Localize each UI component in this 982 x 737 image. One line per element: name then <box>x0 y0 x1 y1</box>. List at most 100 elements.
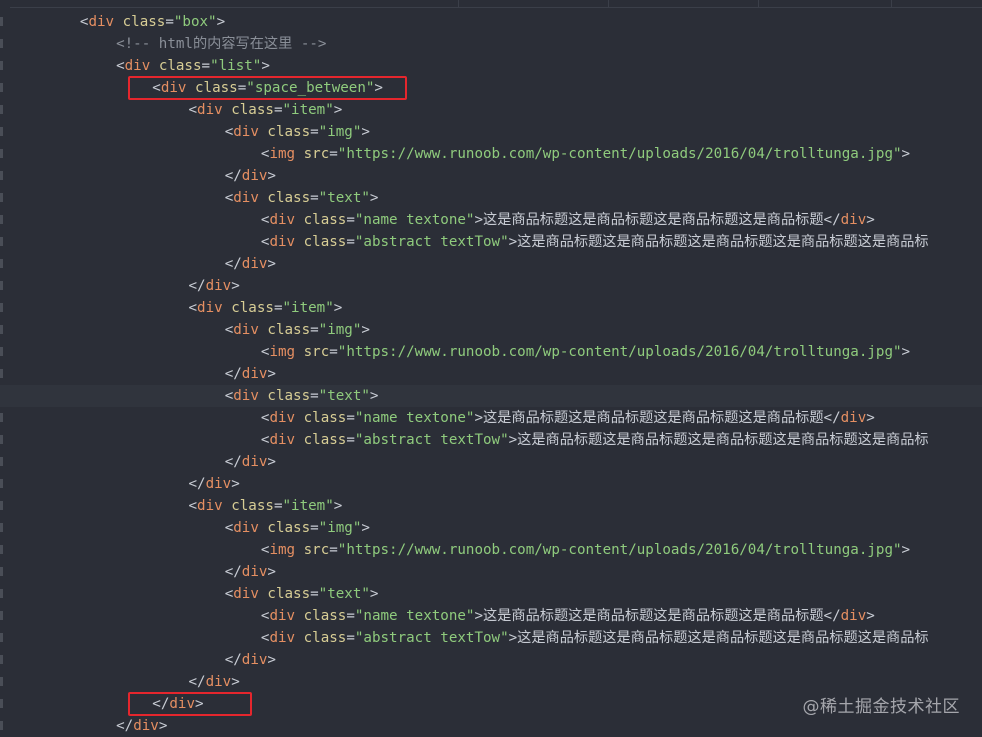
code-tag-name: div <box>124 58 151 74</box>
code-attribute: class <box>303 432 347 448</box>
code-line-content: <img src="https://www.runoob.com/wp-cont… <box>261 539 910 561</box>
code-string: "text" <box>318 388 370 404</box>
code-line[interactable]: <div class="name textone">这是商品标题这是商品标题这是… <box>0 407 982 429</box>
code-line[interactable]: </div> <box>0 165 982 187</box>
code-line[interactable]: </div> <box>0 451 982 473</box>
code-punctuation: > <box>267 454 276 470</box>
code-tag-name: div <box>233 190 259 206</box>
code-line[interactable]: <div class="abstract textTow">这是商品标题这是商品… <box>0 231 982 253</box>
code-line[interactable]: </div> <box>0 473 982 495</box>
code-punctuation: < <box>224 520 234 536</box>
code-line[interactable]: <div class="name textone">这是商品标题这是商品标题这是… <box>0 209 982 231</box>
code-line-content: </div> <box>189 473 240 495</box>
code-text-content: 这是商品标题这是商品标题这是商品标题这是商品标题这是商品标 <box>517 432 929 448</box>
code-line[interactable]: <div class="img"> <box>0 517 982 539</box>
code-text-content: 这是商品标题这是商品标题这是商品标题这是商品标题 <box>483 410 824 426</box>
code-line-content: <div class="abstract textTow">这是商品标题这是商品… <box>261 231 929 253</box>
code-line[interactable]: <img src="https://www.runoob.com/wp-cont… <box>0 341 982 363</box>
tab-segment[interactable] <box>891 0 982 8</box>
code-string: "list" <box>210 58 262 74</box>
code-punctuation: > <box>474 608 484 624</box>
code-punctuation: > <box>508 432 518 448</box>
code-line[interactable]: </div> <box>0 671 982 693</box>
code-line[interactable]: <div class="box"> <box>0 11 982 33</box>
code-tag-name: div <box>205 476 232 492</box>
code-tag-name: div <box>241 652 268 668</box>
code-punctuation: > <box>508 234 518 250</box>
code-punctuation: = <box>329 344 338 360</box>
code-attribute: class <box>231 102 274 118</box>
code-punctuation <box>295 432 304 448</box>
code-string: "https://www.runoob.com/wp-content/uploa… <box>337 344 902 360</box>
code-punctuation: = <box>346 608 355 624</box>
code-line[interactable]: <div class="abstract textTow">这是商品标题这是商品… <box>0 627 982 649</box>
code-tag-name: div <box>269 212 296 228</box>
code-punctuation: > <box>231 476 240 492</box>
code-punctuation: < <box>116 58 125 74</box>
code-tag-name: div <box>840 410 867 426</box>
code-attribute: class <box>267 520 311 536</box>
code-punctuation: < <box>188 102 198 118</box>
tab-segment[interactable] <box>458 0 609 8</box>
code-line-content: <div class="name textone">这是商品标题这是商品标题这是… <box>261 209 875 231</box>
code-punctuation: </ <box>224 366 242 382</box>
code-punctuation <box>150 58 159 74</box>
code-tag-name: div <box>233 520 259 536</box>
code-punctuation: </ <box>224 168 242 184</box>
code-line[interactable]: <div class="text"> <box>0 385 982 407</box>
code-line[interactable]: <div class="abstract textTow">这是商品标题这是商品… <box>0 429 982 451</box>
code-line[interactable]: </div> <box>0 715 982 737</box>
code-attribute: class <box>122 14 166 30</box>
code-line[interactable]: </div> <box>0 275 982 297</box>
code-punctuation <box>295 410 304 426</box>
code-editor[interactable]: <div class="box"> <!-- html的内容写在这里 --> <di… <box>0 0 982 737</box>
code-attribute: class <box>158 58 202 74</box>
code-line-content: <div class="text"> <box>225 187 379 209</box>
code-punctuation: </ <box>823 212 841 228</box>
code-line[interactable]: <div class="item"> <box>0 297 982 319</box>
code-line[interactable]: <img src="https://www.runoob.com/wp-cont… <box>0 539 982 561</box>
code-line-content: <div class="item"> <box>189 495 343 517</box>
code-punctuation <box>295 146 304 162</box>
code-line[interactable]: <div class="item"> <box>0 495 982 517</box>
code-line[interactable]: <div class="text"> <box>0 583 982 605</box>
code-line-content: <img src="https://www.runoob.com/wp-cont… <box>261 143 910 165</box>
code-line[interactable]: <div class="item"> <box>0 99 982 121</box>
tab-segment[interactable] <box>0 0 459 8</box>
code-punctuation: > <box>361 520 370 536</box>
code-attribute: class <box>267 124 311 140</box>
code-attribute: class <box>267 190 311 206</box>
code-line-content: <!-- html的内容写在这里 --> <box>116 33 326 55</box>
code-punctuation: > <box>267 366 276 382</box>
code-string: "box" <box>173 14 217 30</box>
code-tag-name: div <box>269 608 296 624</box>
code-punctuation: > <box>901 146 911 162</box>
code-punctuation <box>223 102 232 118</box>
code-line[interactable]: <div class="list"> <box>0 55 982 77</box>
code-line[interactable]: <img src="https://www.runoob.com/wp-cont… <box>0 143 982 165</box>
code-tag-name: div <box>241 564 268 580</box>
code-punctuation: = <box>346 432 355 448</box>
code-line[interactable]: </div> <box>0 363 982 385</box>
code-line-content: <div class="img"> <box>225 121 370 143</box>
tab-segment[interactable] <box>758 0 892 8</box>
code-line[interactable]: </div> <box>0 253 982 275</box>
code-punctuation: = <box>346 234 355 250</box>
code-line[interactable]: <div class="name textone">这是商品标题这是商品标题这是… <box>0 605 982 627</box>
code-punctuation: > <box>901 344 911 360</box>
code-line[interactable]: <div class="text"> <box>0 187 982 209</box>
tab-segment[interactable] <box>608 0 759 8</box>
code-line[interactable]: </div> <box>0 649 982 671</box>
code-punctuation <box>295 542 304 558</box>
code-line[interactable]: <div class="img"> <box>0 319 982 341</box>
code-line[interactable]: <div class="img"> <box>0 121 982 143</box>
code-line-content: <div class="img"> <box>225 319 370 341</box>
code-line[interactable]: <!-- html的内容写在这里 --> <box>0 33 982 55</box>
code-tag-name: div <box>133 718 159 734</box>
code-line-content: <div class="abstract textTow">这是商品标题这是商品… <box>261 429 929 451</box>
code-string: "img" <box>318 520 362 536</box>
code-line[interactable]: </div> <box>0 561 982 583</box>
code-tag-name: div <box>241 366 268 382</box>
tab-strip <box>0 0 982 8</box>
code-line-content: </div> <box>225 649 276 671</box>
